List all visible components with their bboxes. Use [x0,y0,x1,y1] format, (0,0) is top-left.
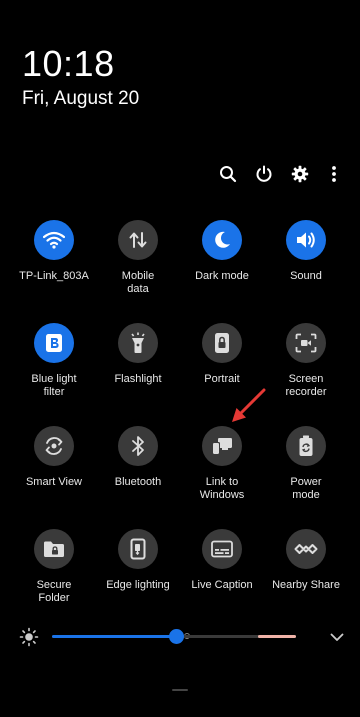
tile-flashlight[interactable]: Flashlight [96,323,180,386]
expand-panel-button[interactable] [326,626,348,648]
battery-recycle-icon [299,435,313,456]
tile-portrait[interactable]: Portrait [180,323,264,386]
tile-portrait-toggle[interactable] [202,323,242,363]
chevron-down-icon [330,633,344,641]
tile-mobile-data[interactable]: Mobile data [96,220,180,296]
brightness-slider-thumb[interactable] [169,629,185,644]
date-display: Fri, August 20 [22,88,140,109]
more-options-button[interactable] [322,162,346,186]
brightness-slider-fill [52,635,177,638]
tile-label: Secure Folder [36,579,72,604]
gear-icon [291,165,309,183]
tile-label: Sound [290,270,322,282]
screen-recorder-icon [295,333,317,353]
edge-lighting-icon [130,538,146,560]
tile-live-caption-toggle[interactable] [202,529,242,569]
tile-secure-folder-toggle[interactable] [34,529,74,569]
tile-link-to-windows[interactable]: Link to Windows [180,426,264,502]
tile-wifi[interactable]: TP-Link_803A [12,220,96,283]
tile-sound-toggle[interactable] [286,220,326,260]
tile-label: Link to Windows [199,476,245,501]
tile-mobile-data-toggle[interactable] [118,220,158,260]
tile-power-mode-toggle[interactable] [286,426,326,466]
panel-drag-handle[interactable] [172,689,188,691]
brightness-slider-max-zone [258,635,296,638]
tile-dark-mode[interactable]: Dark mode [180,220,264,283]
tile-wifi-toggle[interactable] [34,220,74,260]
tile-bluetooth-toggle[interactable] [118,426,158,466]
tile-label: Bluetooth [114,476,162,488]
tile-label: Smart View [25,476,83,488]
tile-link-to-windows-toggle[interactable] [202,426,242,466]
search-button[interactable] [216,162,240,186]
tile-blue-light-filter[interactable]: Blue light filter [12,323,96,399]
tile-label: Power mode [290,476,322,501]
tile-edge-lighting-toggle[interactable] [118,529,158,569]
brightness-slider[interactable] [52,629,296,644]
mobile-data-icon [129,232,147,248]
flashlight-icon [131,332,145,353]
settings-button[interactable] [288,162,312,186]
tile-bluetooth[interactable]: Bluetooth [96,426,180,489]
tile-label: TP-Link_803A [19,270,89,282]
wifi-icon [43,231,65,249]
link-to-windows-icon [212,438,232,455]
tile-label: Mobile data [121,270,155,295]
time-display: 10:18 [22,43,115,84]
live-caption-icon [211,540,233,558]
tile-dark-mode-toggle[interactable] [202,220,242,260]
tile-sound[interactable]: Sound [264,220,348,283]
top-actions-bar [216,162,346,186]
tile-label: Live Caption [191,579,253,591]
brightness-control [18,626,348,648]
tile-blue-light-filter-toggle[interactable] [34,323,74,363]
tile-power-mode[interactable]: Power mode [264,426,348,502]
blue-light-icon [46,334,62,352]
tile-label: Flashlight [114,373,162,385]
secure-folder-icon [44,541,64,557]
tile-flashlight-toggle[interactable] [118,323,158,363]
tile-live-caption[interactable]: Live Caption [180,529,264,592]
tile-label: Nearby Share [272,579,340,591]
bluetooth-icon [132,436,144,456]
tile-secure-folder[interactable]: Secure Folder [12,529,96,605]
tile-screen-recorder-toggle[interactable] [286,323,326,363]
tile-label: Screen recorder [285,373,327,398]
tile-nearby-share-toggle[interactable] [286,529,326,569]
portrait-lock-icon [215,333,229,353]
tile-smart-view-toggle[interactable] [34,426,74,466]
tile-smart-view[interactable]: Smart View [12,426,96,489]
power-button[interactable] [252,162,276,186]
more-vertical-icon [332,166,336,182]
power-icon [256,165,272,182]
nearby-share-icon [294,544,318,554]
tile-label: Blue light filter [31,373,77,398]
tile-label: Edge lighting [106,579,170,591]
annotation-arrow-icon [232,388,266,422]
brightness-icon [19,627,39,647]
tile-screen-recorder[interactable]: Screen recorder [264,323,348,399]
tile-nearby-share[interactable]: Nearby Share [264,529,348,592]
moon-icon [215,231,230,248]
tile-edge-lighting[interactable]: Edge lighting [96,529,180,592]
smart-view-icon [45,437,63,455]
search-icon [220,166,237,183]
tile-label: Dark mode [195,270,249,282]
speaker-icon [297,232,315,248]
